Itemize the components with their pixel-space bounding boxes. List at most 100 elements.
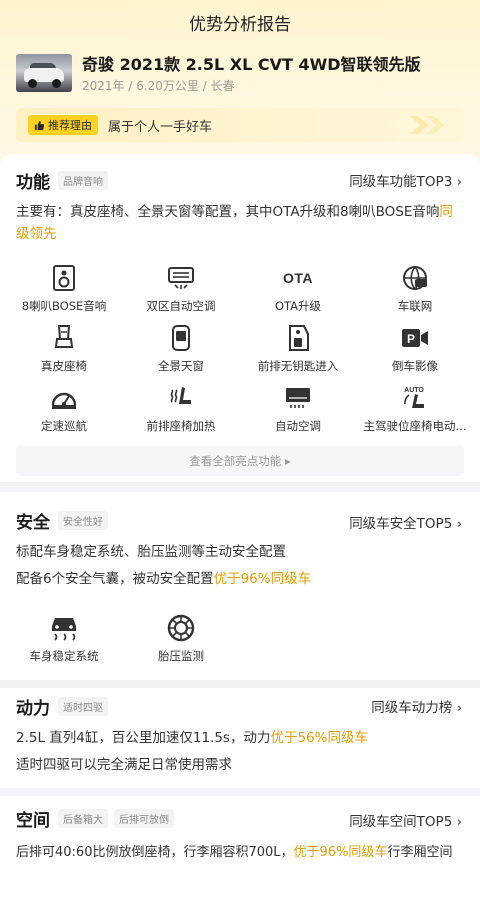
function-top3-link-label: 同级车功能TOP3 — [349, 174, 453, 190]
caret-right-icon: ▸ — [284, 454, 291, 468]
function-badge: 品牌音响 — [58, 171, 108, 190]
feature-item[interactable]: OTA OTA升级 — [238, 264, 358, 314]
safety-badge: 安全性好 — [58, 511, 108, 530]
feature-item[interactable]: 前排无钥匙进入 — [238, 324, 358, 374]
space-line: 后排可40:60比例放倒座椅，行李厢容积700L，优于96%同级车行李厢空间 — [16, 842, 452, 864]
connected-car-icon — [355, 264, 475, 292]
dual-ac-icon — [121, 264, 241, 292]
function-header: 功能 品牌音响 — [16, 168, 108, 193]
function-desc-text: 主要有：真皮座椅、全景天窗等配置，其中OTA升级和8喇叭BOSE音响 — [16, 204, 440, 220]
stability-control-icon — [4, 614, 124, 642]
safety-line2-highlight: 优于96%同级车 — [213, 571, 312, 587]
header-area: 优势分析报告 奇骏 2021款 2.5L XL CVT 4WD智联领先版 202… — [0, 0, 480, 172]
thumbs-up-icon — [34, 120, 45, 130]
feature-label: 真皮座椅 — [41, 359, 87, 373]
power-badge: 适时四驱 — [58, 697, 108, 716]
power-card: 动力 适时四驱 同级车动力榜 › 2.5L 直列4缸，百公里加速仅11.5s，动… — [0, 688, 480, 788]
feature-item[interactable]: 定速巡航 — [4, 384, 124, 434]
chevron-right-icon: › — [456, 516, 462, 532]
chevron-right-icon: › — [456, 814, 462, 830]
feature-item[interactable]: 8喇叭BOSE音响 — [4, 264, 124, 314]
reverse-camera-icon: P — [355, 324, 475, 352]
safety-line2: 配备6个安全气囊，被动安全配置优于96%同级车 — [16, 568, 464, 590]
feature-label: 前排无钥匙进入 — [257, 359, 339, 373]
feature-item[interactable]: 胎压监测 — [121, 614, 241, 664]
feature-label: 全景天窗 — [158, 359, 204, 373]
chevron-decoration-icon — [410, 116, 444, 134]
power-line1: 2.5L 直列4缸，百公里加速仅11.5s，动力优于56%同级车 — [16, 727, 464, 749]
auto-ac-icon — [238, 384, 358, 412]
feature-label: 倒车影像 — [392, 359, 438, 373]
feature-label: 车联网 — [397, 299, 433, 313]
feature-item[interactable]: P 倒车影像 — [355, 324, 475, 374]
feature-item[interactable]: 车身稳定系统 — [4, 614, 124, 664]
car-meta: 2021年 / 6.20万公里 / 长春 — [82, 79, 235, 93]
space-card: 空间 后备箱大 后排可放倒 同级车空间TOP5 › 后排可40:60比例放倒座椅… — [0, 796, 480, 921]
feature-label: 双区自动空调 — [146, 299, 216, 313]
safety-title: 安全 — [16, 513, 50, 533]
feature-item[interactable]: 自动空调 — [238, 384, 358, 434]
safety-line2-text: 配备6个安全气囊，被动安全配置 — [16, 571, 214, 587]
feature-label: 8喇叭BOSE音响 — [21, 299, 107, 313]
feature-label: 主驾驶位座椅电动... — [363, 419, 467, 433]
recommend-reason-tag: 推荐理由 — [28, 115, 98, 135]
feature-item[interactable]: AUTO 主驾驶位座椅电动... — [355, 384, 475, 434]
power-line2: 适时四驱可以完全满足日常使用需求 — [16, 757, 232, 773]
feature-label: OTA升级 — [274, 299, 322, 313]
cruise-control-icon — [4, 384, 124, 412]
function-top3-link[interactable]: 同级车功能TOP3 › — [349, 170, 462, 190]
car-name: 奇骏 2021款 2.5L XL CVT 4WD智联领先版 — [82, 55, 421, 74]
chevron-right-icon: › — [456, 700, 462, 716]
car-thumbnail[interactable] — [16, 54, 72, 92]
feature-item[interactable]: 真皮座椅 — [4, 324, 124, 374]
speaker-icon — [4, 264, 124, 292]
function-description: 主要有：真皮座椅、全景天窗等配置，其中OTA升级和8喇叭BOSE音响同级领先 — [16, 201, 464, 245]
view-all-features-label: 查看全部亮点功能 — [189, 454, 282, 468]
safety-top5-link[interactable]: 同级车安全TOP5 › — [349, 512, 462, 532]
power-line1-highlight: 优于56%同级车 — [270, 730, 368, 746]
space-title: 空间 — [16, 811, 50, 831]
safety-top5-link-label: 同级车安全TOP5 — [349, 516, 453, 532]
feature-item[interactable]: 全景天窗 — [121, 324, 241, 374]
power-ranking-link[interactable]: 同级车动力榜 › — [371, 696, 462, 716]
leather-seat-icon — [4, 324, 124, 352]
space-top5-link-label: 同级车空间TOP5 — [349, 814, 453, 830]
feature-label: 定速巡航 — [41, 419, 87, 433]
power-header: 动力 适时四驱 — [16, 694, 108, 719]
feature-label: 自动空调 — [275, 419, 321, 433]
page-title: 优势分析报告 — [189, 15, 291, 35]
power-seat-icon: AUTO — [355, 384, 475, 412]
power-line1-text: 2.5L 直列4缸，百公里加速仅11.5s，动力 — [16, 730, 271, 746]
svg-text:AUTO: AUTO — [404, 387, 424, 394]
space-line-suffix: 行李厢空间 — [387, 845, 453, 860]
feature-label: 胎压监测 — [158, 649, 204, 663]
space-top5-link[interactable]: 同级车空间TOP5 › — [349, 810, 462, 830]
view-all-features-button[interactable]: 查看全部亮点功能 ▸ — [16, 446, 464, 476]
safety-header: 安全 安全性好 — [16, 508, 108, 533]
safety-line1: 标配车身稳定系统、胎压监测等主动安全配置 — [16, 544, 286, 560]
power-title: 动力 — [16, 699, 50, 719]
sunroof-icon — [121, 324, 241, 352]
space-line-highlight: 优于96%同级车 — [293, 845, 388, 860]
svg-text:P: P — [407, 332, 415, 346]
recommend-reason-bar: 推荐理由 属于个人一手好车 — [16, 108, 464, 142]
recommend-reason-label: 推荐理由 — [48, 119, 92, 132]
chevron-right-icon: › — [456, 174, 462, 190]
space-badge-trunk: 后备箱大 — [58, 809, 108, 828]
feature-item[interactable]: 前排座椅加热 — [121, 384, 241, 434]
feature-item[interactable]: 双区自动空调 — [121, 264, 241, 314]
feature-item[interactable]: 车联网 — [355, 264, 475, 314]
tire-pressure-icon — [121, 614, 241, 642]
power-ranking-link-label: 同级车动力榜 — [371, 700, 453, 716]
seat-heating-icon — [121, 384, 241, 412]
space-header: 空间 后备箱大 后排可放倒 — [16, 806, 174, 831]
function-title: 功能 — [16, 173, 50, 193]
feature-label: 车身稳定系统 — [29, 649, 99, 663]
ota-icon: OTA — [282, 270, 313, 286]
feature-label: 前排座椅加热 — [146, 419, 216, 433]
function-card: 功能 品牌音响 同级车功能TOP3 › 主要有：真皮座椅、全景天窗等配置，其中O… — [0, 154, 480, 482]
space-badge-fold: 后排可放倒 — [114, 809, 174, 828]
recommend-reason-text: 属于个人一手好车 — [108, 119, 213, 135]
safety-card: 安全 安全性好 同级车安全TOP5 › 标配车身稳定系统、胎压监测等主动安全配置… — [0, 492, 480, 680]
keyless-entry-icon — [238, 324, 358, 352]
